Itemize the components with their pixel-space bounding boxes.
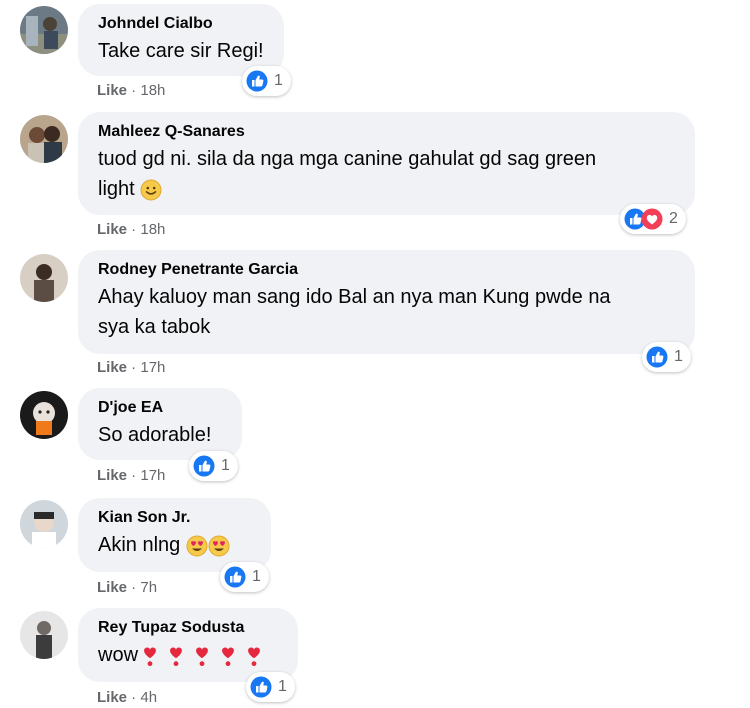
love-icon bbox=[641, 208, 663, 230]
comment-author[interactable]: Johndel Cialbo bbox=[98, 14, 264, 34]
avatar[interactable] bbox=[20, 500, 68, 548]
comment-bubble: Rodney Penetrante Garcia Ahay kaluoy man… bbox=[78, 250, 695, 354]
slightly-smiling-face-emoji bbox=[140, 179, 162, 201]
comment-bubble: Johndel Cialbo Take care sir Regi! bbox=[78, 4, 284, 76]
like-button[interactable]: Like bbox=[97, 467, 127, 484]
comment-author[interactable]: Rodney Penetrante Garcia bbox=[98, 260, 675, 280]
comment-time[interactable]: 17h bbox=[140, 359, 165, 376]
like-icon bbox=[250, 676, 272, 698]
comment-actions: Like · 18h bbox=[97, 81, 165, 101]
comment-bubble: D'joe EA So adorable! bbox=[78, 388, 242, 460]
reaction-summary[interactable]: 1 bbox=[642, 342, 691, 372]
separator: · bbox=[127, 82, 141, 99]
reaction-summary[interactable]: 1 bbox=[246, 672, 295, 702]
comment-bubble: Mahleez Q-Sanares tuod gd ni. sila da ng… bbox=[78, 112, 695, 215]
comment-text: sya ka tabok bbox=[98, 316, 211, 338]
like-button[interactable]: Like bbox=[97, 359, 127, 376]
separator: · bbox=[127, 467, 141, 484]
reaction-count: 1 bbox=[274, 72, 283, 89]
like-button[interactable]: Like bbox=[97, 579, 127, 596]
comment-text-line: Akin nlng bbox=[98, 534, 181, 556]
comment-author[interactable]: D'joe EA bbox=[98, 398, 222, 418]
separator: · bbox=[127, 689, 141, 706]
comment-bubble: Kian Son Jr. Akin nlng bbox=[78, 498, 271, 572]
reaction-count: 1 bbox=[252, 568, 261, 585]
comment-actions: Like · 18h bbox=[97, 220, 165, 240]
comment-text: Take care sir Regi! bbox=[98, 40, 264, 62]
avatar[interactable] bbox=[20, 6, 68, 54]
reaction-summary[interactable]: 2 bbox=[620, 204, 686, 234]
comment-actions: Like · 17h bbox=[97, 358, 165, 378]
comment-text-line: wow bbox=[98, 644, 139, 666]
comment-text: wow bbox=[98, 640, 278, 670]
avatar[interactable] bbox=[20, 254, 68, 302]
reaction-count: 1 bbox=[221, 457, 230, 474]
comment-text: light bbox=[98, 174, 675, 204]
reaction-summary[interactable]: 1 bbox=[242, 66, 291, 96]
comment-time[interactable]: 7h bbox=[140, 579, 157, 596]
reaction-count: 1 bbox=[278, 678, 287, 695]
comment-actions: Like · 7h bbox=[97, 578, 157, 598]
comment-actions: Like · 17h bbox=[97, 466, 165, 486]
comment-actions: Like · 4h bbox=[97, 688, 157, 708]
separator: · bbox=[127, 579, 141, 596]
comment-text-line: tuod gd ni. sila da nga mga canine gahul… bbox=[98, 148, 597, 170]
reaction-summary[interactable]: 1 bbox=[220, 562, 269, 592]
avatar[interactable] bbox=[20, 391, 68, 439]
like-button[interactable]: Like bbox=[97, 221, 127, 238]
comment-time[interactable]: 18h bbox=[140, 82, 165, 99]
like-icon bbox=[224, 566, 246, 588]
red-heart-exclamation-emoji bbox=[144, 647, 260, 666]
reaction-count: 2 bbox=[669, 210, 678, 227]
comment-author[interactable]: Mahleez Q-Sanares bbox=[98, 122, 675, 142]
comment-time[interactable]: 4h bbox=[140, 689, 157, 706]
comment-author[interactable]: Rey Tupaz Sodusta bbox=[98, 618, 278, 638]
comment-text-line: light bbox=[98, 178, 135, 200]
separator: · bbox=[127, 221, 141, 238]
reaction-count: 1 bbox=[674, 348, 683, 365]
like-button[interactable]: Like bbox=[97, 82, 127, 99]
like-icon bbox=[646, 346, 668, 368]
comment-author[interactable]: Kian Son Jr. bbox=[98, 508, 251, 528]
comment-text: Akin nlng bbox=[98, 530, 251, 560]
comment-text: tuod gd ni. sila da nga mga canine gahul… bbox=[98, 144, 675, 174]
avatar[interactable] bbox=[20, 611, 68, 659]
avatar[interactable] bbox=[20, 115, 68, 163]
reaction-summary[interactable]: 1 bbox=[189, 451, 238, 481]
comment-time[interactable]: 17h bbox=[140, 467, 165, 484]
like-icon bbox=[193, 455, 215, 477]
heart-eyes-emoji bbox=[186, 535, 230, 557]
like-button[interactable]: Like bbox=[97, 689, 127, 706]
comment-time[interactable]: 18h bbox=[140, 221, 165, 238]
comment-text: Ahay kaluoy man sang ido Bal an nya man … bbox=[98, 286, 611, 308]
comment-text: So adorable! bbox=[98, 424, 212, 446]
like-icon bbox=[246, 70, 268, 92]
separator: · bbox=[127, 359, 141, 376]
comment-bubble: Rey Tupaz Sodusta wow bbox=[78, 608, 298, 682]
